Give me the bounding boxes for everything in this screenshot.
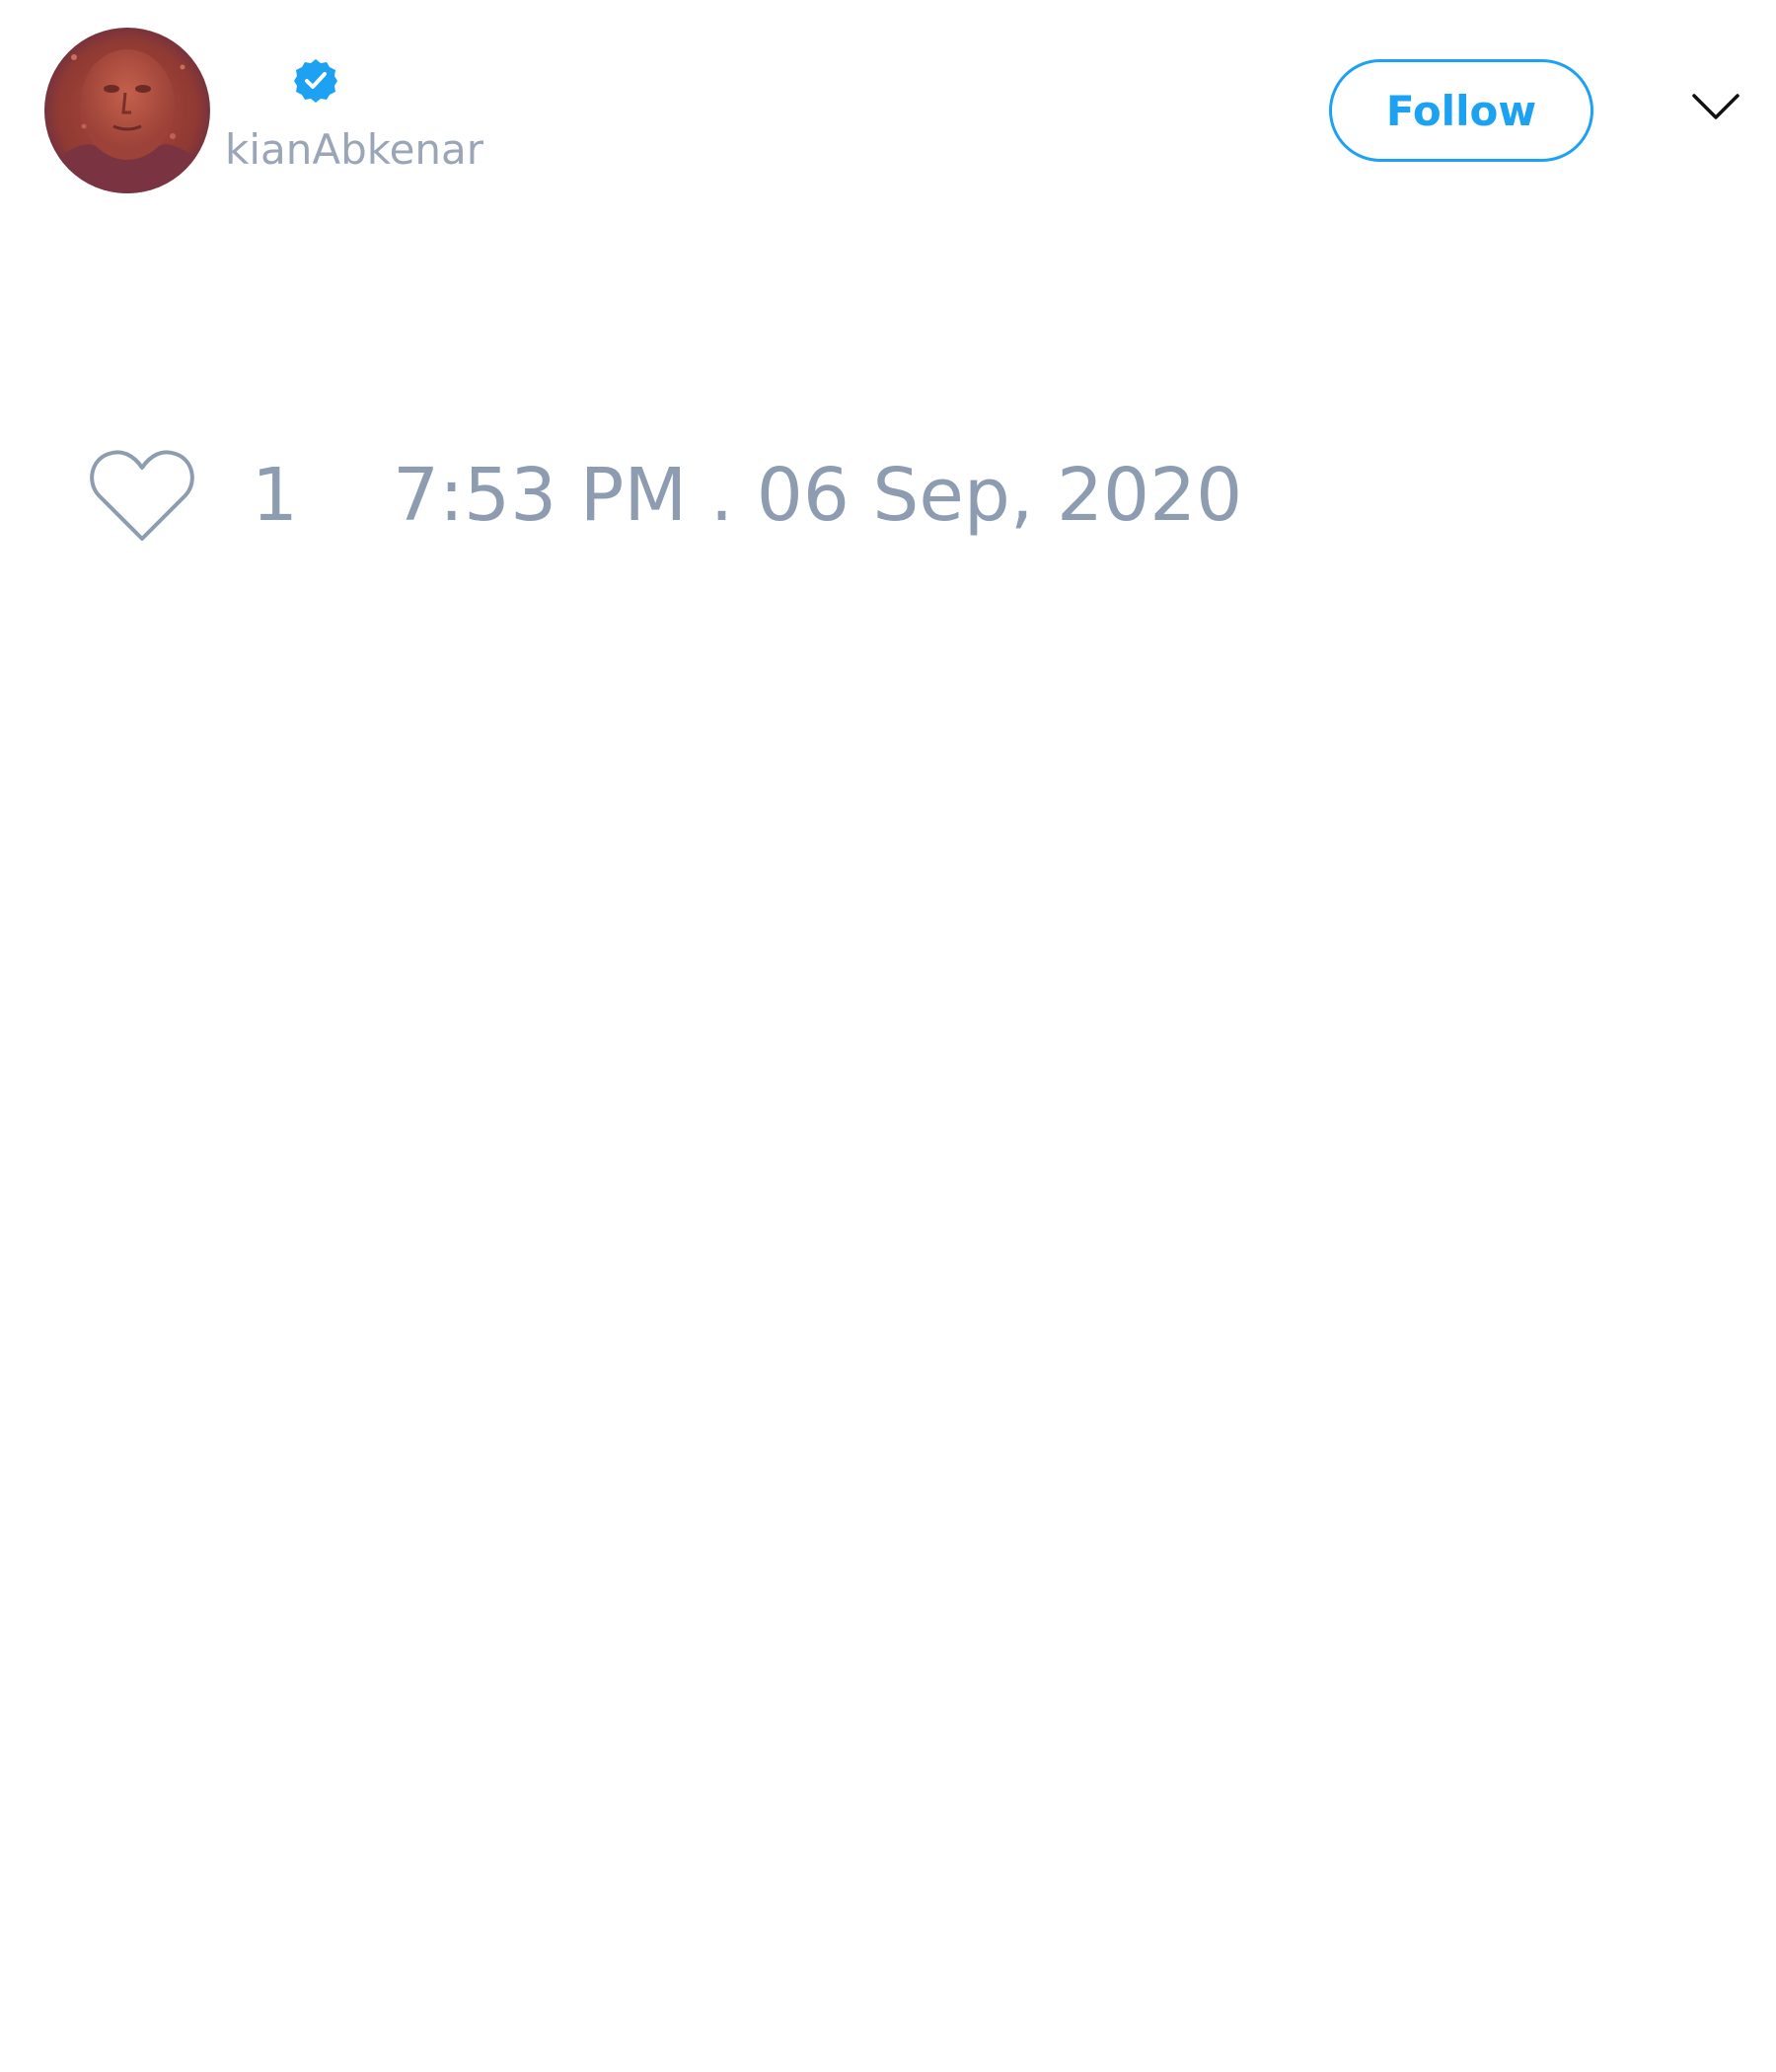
avatar-image — [44, 28, 210, 193]
chevron-down-icon[interactable] — [1691, 91, 1740, 122]
follow-button[interactable]: Follow — [1329, 59, 1593, 162]
author-handle[interactable]: kianAbkenar — [225, 124, 483, 176]
like-count: 1 — [252, 453, 299, 538]
avatar[interactable] — [44, 28, 210, 193]
tweet-timestamp[interactable]: 7:53 PM . 06 Sep, 2020 — [393, 454, 1242, 537]
tweet-actions: 1 7:53 PM . 06 Sep, 2020 — [0, 424, 1776, 562]
tweet-header: kianAbkenar Follow — [0, 0, 1776, 217]
heart-icon[interactable] — [89, 446, 195, 545]
verified-badge-icon — [294, 59, 337, 103]
